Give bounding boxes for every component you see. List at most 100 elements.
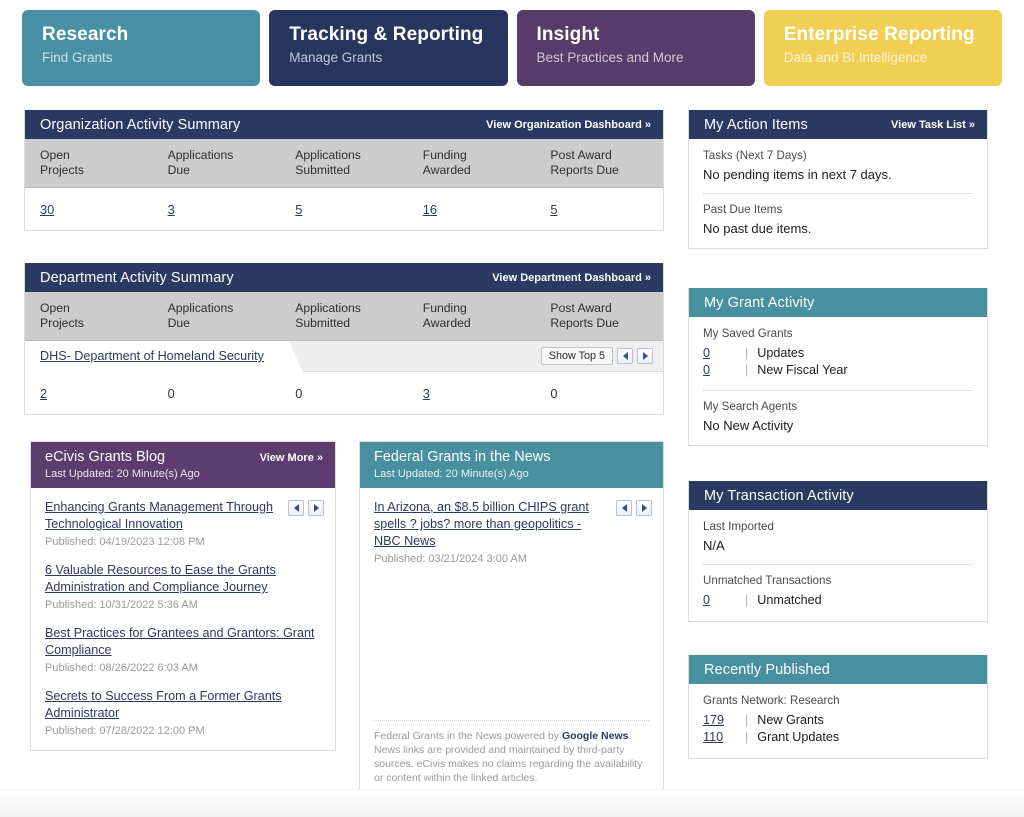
tile-research[interactable]: Research Find Grants	[22, 10, 260, 86]
news-pager	[616, 500, 652, 516]
org-value-applications-submitted-cell: 5	[280, 202, 408, 217]
blog-item-published: Published: 10/31/2022 5:36 AM	[45, 599, 321, 611]
dept-column-funding-awarded: Funding Awarded	[408, 292, 536, 340]
blog-item-title[interactable]: 6 Valuable Resources to Ease the Grants …	[45, 562, 321, 596]
saved-grants-updates-count[interactable]: 0	[703, 345, 745, 362]
dashboard-page: Research Find Grants Tracking & Reportin…	[0, 0, 1024, 817]
row-separator: |	[745, 712, 757, 729]
recently-published-row: 179 | New Grants	[703, 712, 973, 729]
org-col-0-line1: Open	[40, 148, 153, 163]
department-tab[interactable]: DHS- Department of Homeland Security	[25, 341, 290, 372]
divider	[703, 390, 973, 391]
dept-value-applications-due: 0	[168, 386, 175, 401]
last-imported-label: Last Imported	[703, 520, 973, 533]
tile-tracking-reporting[interactable]: Tracking & Reporting Manage Grants	[269, 10, 507, 86]
org-column-applications-due: Applications Due	[153, 139, 281, 187]
blog-last-updated: Last Updated: 20 Minute(s) Ago	[45, 468, 200, 480]
tile-insight-title: Insight	[537, 23, 755, 46]
dept-column-open-projects: Open Projects	[25, 292, 153, 340]
grant-updates-count[interactable]: 110	[703, 729, 745, 746]
org-col-1-line2: Due	[168, 163, 281, 178]
blog-item-published: Published: 07/28/2022 12:00 PM	[45, 725, 321, 737]
org-column-funding-awarded: Funding Awarded	[408, 139, 536, 187]
blog-next-button[interactable]	[308, 500, 324, 516]
dept-column-post-award-reports-due: Post Award Reports Due	[535, 292, 663, 340]
department-next-button[interactable]	[637, 348, 653, 364]
department-activity-summary-panel: Department Activity Summary View Departm…	[24, 263, 664, 415]
view-task-list-link[interactable]: View Task List »	[891, 119, 975, 131]
org-value-open-projects[interactable]: 30	[40, 202, 54, 217]
news-next-button[interactable]	[636, 500, 652, 516]
view-organization-dashboard-link[interactable]: View Organization Dashboard »	[486, 119, 651, 131]
show-top-5-button[interactable]: Show Top 5	[541, 347, 613, 365]
org-value-applications-due[interactable]: 3	[168, 202, 175, 217]
unmatched-count[interactable]: 0	[703, 592, 745, 609]
chevron-right-icon	[642, 504, 647, 512]
org-col-2-line1: Applications	[295, 148, 408, 163]
org-col-1-line1: Applications	[168, 148, 281, 163]
blog-item-published: Published: 08/26/2022 6:03 AM	[45, 662, 321, 674]
blog-item-title[interactable]: Best Practices for Grantees and Grantors…	[45, 625, 321, 659]
chevron-right-icon	[643, 352, 648, 360]
department-summary-column-headers: Open Projects Applications Due Applicati…	[25, 292, 663, 341]
tile-tracking-reporting-subtitle: Manage Grants	[289, 48, 507, 68]
news-body: In Arizona, an $8.5 billion CHIPS grant …	[360, 488, 663, 575]
news-prev-button[interactable]	[616, 500, 632, 516]
dept-col-0-line1: Open	[40, 301, 153, 316]
dept-col-2-line2: Submitted	[295, 316, 408, 331]
dept-col-4-line1: Post Award	[550, 301, 663, 316]
department-summary-values-row: 2 0 0 3 0	[25, 372, 663, 414]
recently-published-panel: Recently Published Grants Network: Resea…	[688, 655, 988, 759]
my-saved-grants-label: My Saved Grants	[703, 327, 973, 340]
dept-column-applications-submitted: Applications Submitted	[280, 292, 408, 340]
federal-grants-news-panel: Federal Grants in the News Last Updated:…	[359, 441, 664, 796]
blog-view-more-link[interactable]: View More »	[260, 452, 323, 464]
blog-list-item: Enhancing Grants Management Through Tech…	[45, 499, 321, 548]
saved-grants-new-fiscal-year-label: New Fiscal Year	[757, 362, 847, 379]
my-grant-activity-title: My Grant Activity	[704, 295, 814, 311]
org-value-applications-submitted[interactable]: 5	[295, 202, 302, 217]
my-transaction-activity-title: My Transaction Activity	[704, 488, 854, 504]
dept-col-1-line1: Applications	[168, 301, 281, 316]
department-tab-label[interactable]: DHS- Department of Homeland Security	[40, 349, 264, 363]
news-item-published: Published: 03/21/2024 3:00 AM	[374, 553, 603, 565]
my-action-items-panel: My Action Items View Task List » Tasks (…	[688, 110, 988, 249]
blog-item-title[interactable]: Secrets to Success From a Former Grants …	[45, 688, 321, 722]
news-list-item: In Arizona, an $8.5 billion CHIPS grant …	[374, 499, 649, 565]
org-value-post-award-reports-due[interactable]: 5	[550, 202, 557, 217]
page-bottom-shadow	[0, 789, 1024, 817]
row-separator: |	[745, 362, 757, 379]
org-column-open-projects: Open Projects	[25, 139, 153, 187]
dept-value-funding-awarded[interactable]: 3	[423, 386, 430, 401]
department-tab-row: DHS- Department of Homeland Security Sho…	[25, 341, 663, 372]
my-transaction-activity-body: Last Imported N/A Unmatched Transactions…	[689, 510, 987, 621]
org-value-funding-awarded[interactable]: 16	[423, 202, 437, 217]
blog-item-title[interactable]: Enhancing Grants Management Through Tech…	[45, 499, 275, 533]
news-item-title[interactable]: In Arizona, an $8.5 billion CHIPS grant …	[374, 499, 603, 550]
blog-list-item: 6 Valuable Resources to Ease the Grants …	[45, 562, 321, 611]
dept-value-open-projects-cell: 2	[25, 386, 153, 401]
department-tab-controls: Show Top 5	[541, 347, 663, 365]
org-value-applications-due-cell: 3	[153, 202, 281, 217]
tile-enterprise-reporting[interactable]: Enterprise Reporting Data and BI Intelli…	[764, 10, 1002, 86]
news-title: Federal Grants in the News	[374, 449, 551, 465]
recently-published-header: Recently Published	[689, 655, 987, 684]
dept-col-1-line2: Due	[168, 316, 281, 331]
tile-enterprise-reporting-subtitle: Data and BI Intelligence	[784, 48, 1002, 68]
view-department-dashboard-link[interactable]: View Department Dashboard »	[492, 272, 651, 284]
tile-insight[interactable]: Insight Best Practices and More	[517, 10, 755, 86]
blog-prev-button[interactable]	[288, 500, 304, 516]
dept-value-post-award-reports-due-cell: 0	[535, 386, 663, 401]
dept-value-open-projects[interactable]: 2	[40, 386, 47, 401]
new-grants-count[interactable]: 179	[703, 712, 745, 729]
dept-value-funding-awarded-cell: 3	[408, 386, 536, 401]
department-prev-button[interactable]	[617, 348, 633, 364]
org-column-post-award-reports-due: Post Award Reports Due	[535, 139, 663, 187]
saved-grants-new-fiscal-year-count[interactable]: 0	[703, 362, 745, 379]
blog-item-published: Published: 04/19/2023 12:08 PM	[45, 536, 275, 548]
organization-activity-summary-header: Organization Activity Summary View Organ…	[25, 110, 663, 139]
module-tiles: Research Find Grants Tracking & Reportin…	[22, 10, 1002, 86]
blog-header-text: eCivis Grants Blog Last Updated: 20 Minu…	[45, 449, 200, 480]
google-news-link[interactable]: Google News	[562, 730, 629, 742]
row-separator: |	[745, 592, 757, 609]
